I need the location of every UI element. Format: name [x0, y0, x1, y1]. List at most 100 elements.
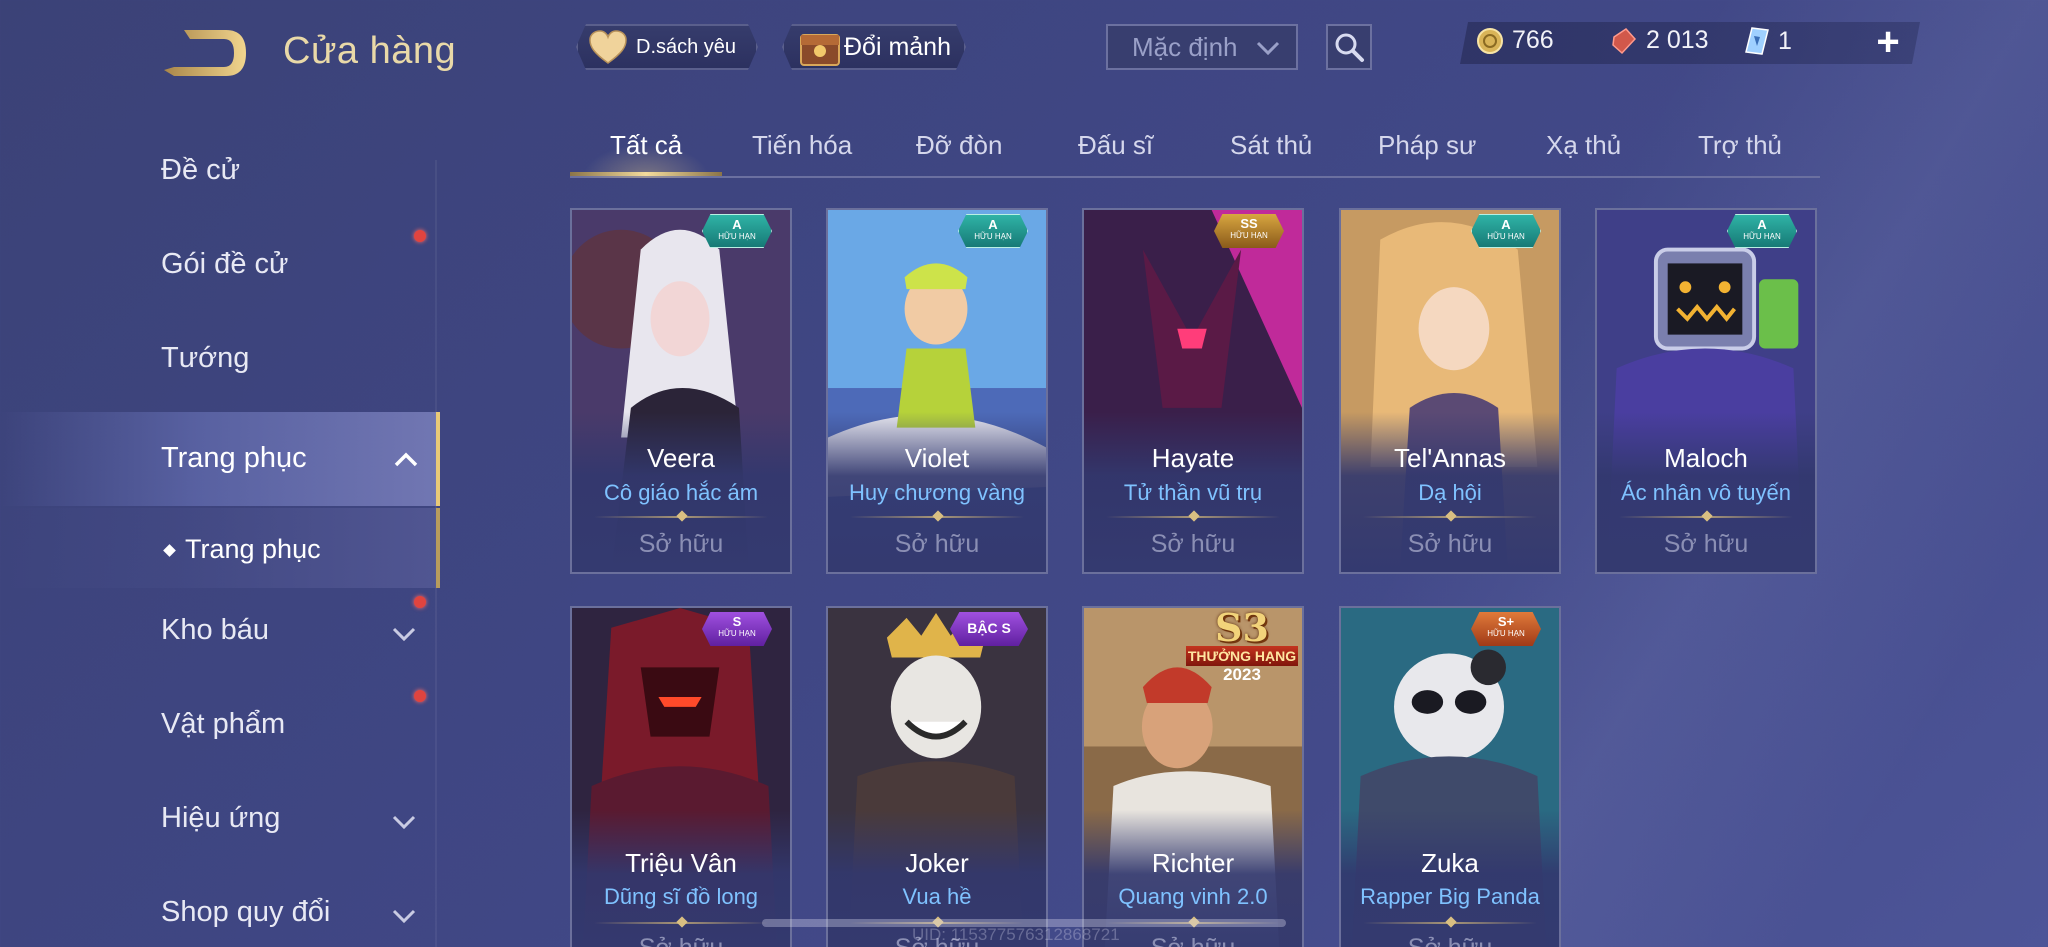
owned-status: Sở hữu — [638, 530, 724, 558]
hero-name: Joker — [905, 848, 969, 878]
hero-name: Veera — [647, 443, 715, 473]
chevron-down-icon — [392, 909, 416, 924]
notification-dot — [414, 596, 426, 608]
card-icon — [1745, 27, 1769, 55]
badge-label: HỮU HẠN — [718, 232, 756, 241]
gold-coin-icon — [1477, 27, 1503, 54]
sidebar-item-label: Kho báu — [161, 614, 270, 646]
skin-name: Tử thần vũ trụ — [1123, 480, 1263, 505]
sidebar-item-label: Trang phục — [161, 442, 307, 474]
skin-card-veera[interactable]: A HỮU HẠN Veera Cô giáo hắc ám Sở hữu — [570, 208, 792, 574]
skin-name: Vua hề — [902, 884, 972, 909]
sidebar-item-effects[interactable]: Hiệu ứng — [0, 778, 440, 866]
chevron-down-icon — [392, 815, 416, 830]
card-amount: 1 — [1778, 26, 1792, 55]
skin-card-joker[interactable]: BẬC S Joker Vua hề Sở hữu — [826, 606, 1048, 947]
wishlist-button[interactable]: D.sách yêu — [576, 24, 758, 70]
wishlist-label: D.sách yêu — [636, 35, 737, 58]
sidebar-item-label: Shop quy đổi — [161, 896, 331, 928]
sidebar-item-recommended[interactable]: Đề cử — [0, 130, 440, 218]
rank-badge: A HỮU HẠN — [1471, 214, 1541, 248]
sidebar-item-heroes[interactable]: Tướng — [0, 318, 440, 406]
skin-card-maloch[interactable]: A HỮU HẠN Maloch Ác nhân vô tuyến Sở hữu — [1595, 208, 1817, 574]
sidebar-item-exchange-shop[interactable]: Shop quy đổi — [0, 872, 440, 947]
skin-card-telannas[interactable]: A HỮU HẠN Tel'Annas Dạ hội Sở hữu — [1339, 208, 1561, 574]
chevron-up-icon — [394, 452, 418, 467]
badge-label: HỮU HẠN — [1487, 232, 1525, 241]
badge-year: 2023 — [1223, 665, 1261, 684]
sidebar-subitem-skins[interactable]: Trang phục — [0, 508, 440, 588]
badge-rank: A — [732, 217, 742, 232]
badge-label: THƯỞNG HẠNG — [1186, 646, 1298, 666]
rank-badge: BẬC S — [950, 612, 1028, 646]
gold-currency: 766 — [1476, 26, 1554, 55]
skin-card-zuka[interactable]: S+ HỮU HẠN Zuka Rapper Big Panda Sở hữu — [1339, 606, 1561, 947]
hero-name: Richter — [1151, 848, 1235, 878]
active-tab-underline — [570, 172, 722, 176]
tab-marksman[interactable]: Xạ thủ — [1546, 130, 1621, 161]
plus-icon: + — [1876, 19, 1900, 64]
rank-badge: S+ HỮU HẠN — [1471, 612, 1541, 646]
badge-rank: SS — [1240, 216, 1258, 231]
skin-card-violet[interactable]: A HỮU HẠN Violet Huy chương vàng Sở hữu — [826, 208, 1048, 574]
sidebar-item-items[interactable]: Vật phẩm — [0, 684, 440, 772]
sidebar-item-recommended-packs[interactable]: Gói đề cử — [0, 224, 440, 312]
add-currency-button[interactable]: + — [1868, 19, 1908, 64]
rank-badge: A HỮU HẠN — [958, 214, 1028, 248]
sidebar-item-treasure[interactable]: Kho báu — [0, 590, 440, 678]
hero-name: Violet — [904, 443, 970, 473]
sidebar-item-label: Vật phẩm — [161, 708, 286, 740]
skin-card-hayate[interactable]: SS HỮU HẠN Hayate Tử thần vũ trụ Sở hữu — [1082, 208, 1304, 574]
skin-card-trieu-van[interactable]: S HỮU HẠN Triệu Vân Dũng sĩ đồ long Sở h… — [570, 606, 792, 947]
shard-exchange-button[interactable]: Đổi mảnh — [782, 24, 966, 70]
search-icon — [1335, 33, 1364, 62]
tab-fighter[interactable]: Đấu sĩ — [1078, 130, 1153, 161]
gold-amount: 766 — [1512, 26, 1554, 54]
chevron-down-icon — [392, 627, 416, 642]
tab-evolution[interactable]: Tiến hóa — [752, 130, 852, 161]
tab-tank[interactable]: Đỡ đòn — [916, 130, 1002, 161]
badge-rank: A — [1501, 217, 1511, 232]
back-arrow-icon — [164, 30, 246, 76]
rank-badge: S HỮU HẠN — [702, 612, 772, 646]
skin-name: Huy chương vàng — [849, 480, 1025, 505]
hero-name: Hayate — [1151, 443, 1235, 473]
owned-status: Sở hữu — [572, 934, 790, 947]
shard-chest-icon — [798, 27, 842, 67]
search-button[interactable] — [1326, 24, 1372, 70]
tab-support[interactable]: Trợ thủ — [1698, 130, 1782, 161]
skin-name: Quang vinh 2.0 — [1118, 884, 1268, 909]
sort-dropdown[interactable]: Mặc định — [1106, 24, 1298, 70]
chevron-down-icon — [1256, 41, 1280, 56]
skin-card-richter[interactable]: S3 THƯỞNG HẠNG 2023 Richter Quang vinh 2… — [1082, 606, 1304, 947]
sidebar-item-label: Tướng — [161, 342, 250, 374]
owned-status: Sở hữu — [1663, 530, 1749, 558]
tab-mage[interactable]: Pháp sư — [1378, 130, 1476, 161]
tab-all[interactable]: Tất cả — [610, 130, 682, 161]
badge-label: HỮU HẠN — [718, 629, 756, 638]
owned-status: Sở hữu — [894, 530, 980, 558]
sidebar-item-label: Hiệu ứng — [161, 802, 281, 834]
sidebar-item-label: Đề cử — [161, 154, 241, 186]
diamond-bullet-icon — [163, 544, 176, 557]
badge-label: HỮU HẠN — [1230, 231, 1268, 240]
rank-badge: A HỮU HẠN — [1727, 214, 1797, 248]
tab-assassin[interactable]: Sát thủ — [1230, 130, 1312, 161]
hero-name: Zuka — [1421, 848, 1479, 878]
badge-rank: S — [732, 614, 742, 629]
heart-icon — [588, 29, 628, 65]
page-title: Cửa hàng — [283, 30, 457, 72]
user-id: UID: 115377576312868721 — [912, 925, 1120, 944]
sidebar-item-skins[interactable]: Trang phục — [0, 412, 440, 506]
hero-name: Triệu Vân — [625, 848, 737, 878]
rank-badge: A HỮU HẠN — [702, 214, 772, 248]
skin-name: Rapper Big Panda — [1360, 884, 1540, 909]
voucher-icon — [1612, 27, 1637, 54]
notification-dot — [414, 230, 426, 242]
skin-name: Dũng sĩ đồ long — [603, 884, 759, 909]
badge-label: HỮU HẠN — [974, 232, 1012, 241]
skin-name: Ác nhân vô tuyến — [1620, 480, 1791, 505]
hero-name: Maloch — [1664, 443, 1748, 473]
badge-rank: S+ — [1497, 614, 1515, 629]
back-button[interactable] — [160, 26, 250, 80]
